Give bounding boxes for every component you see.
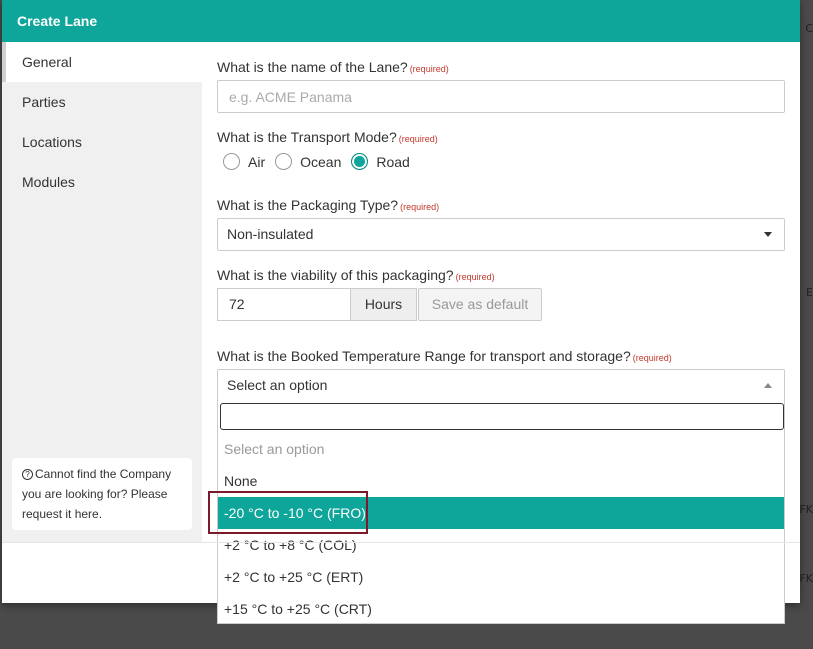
company-help-box[interactable]: ? Cannot find the Company you are looking… — [12, 458, 192, 530]
viability-label: What is the viability of this packaging? — [217, 267, 454, 283]
background-text-fragment: E — [806, 286, 813, 299]
dropdown-search-input[interactable] — [220, 403, 784, 430]
lane-name-input[interactable] — [217, 80, 785, 113]
required-tag: (required) — [398, 134, 438, 144]
annotation-highlight-box — [208, 491, 368, 534]
radio-road-label: Road — [376, 153, 410, 170]
dropdown-option[interactable]: +15 °C to +25 °C (CRT) — [218, 593, 784, 625]
radio-ocean[interactable] — [275, 153, 293, 170]
modal-title: Create Lane — [2, 0, 800, 42]
chevron-up-icon — [764, 383, 772, 388]
required-tag: (required) — [455, 272, 495, 282]
viability-input[interactable]: 72 — [217, 288, 351, 321]
temperature-range-value: Select an option — [227, 377, 328, 393]
background-text-fragment: FK — [799, 572, 813, 585]
packaging-type-label: What is the Packaging Type? — [217, 197, 399, 213]
save-as-default-button[interactable]: Save as default — [418, 288, 542, 321]
radio-air-label: Air — [248, 153, 266, 170]
temperature-range-group: What is the Booked Temperature Range for… — [217, 348, 785, 402]
lane-name-group: What is the name of the Lane? (required) — [217, 59, 785, 113]
sidebar-item-parties[interactable]: Parties — [2, 82, 202, 122]
sidebar-item-general[interactable]: General — [2, 42, 202, 82]
viability-group: What is the viability of this packaging?… — [217, 267, 542, 321]
lane-name-label: What is the name of the Lane? — [217, 59, 408, 75]
required-tag: (required) — [409, 64, 449, 74]
company-help-text: Cannot find the Company you are looking … — [22, 467, 172, 521]
viability-unit-addon: Hours — [351, 288, 417, 321]
transport-mode-label: What is the Transport Mode? — [217, 129, 397, 145]
packaging-type-value: Non-insulated — [227, 226, 314, 242]
radio-air[interactable] — [223, 153, 240, 170]
modal-divider — [2, 542, 800, 543]
sidebar-item-locations[interactable]: Locations — [2, 122, 202, 162]
packaging-type-select[interactable]: Non-insulated — [217, 218, 785, 251]
background-text-fragment: C — [805, 22, 813, 35]
dropdown-option[interactable]: +2 °C to +25 °C (ERT) — [218, 561, 784, 593]
radio-ocean-label: Ocean — [300, 153, 342, 170]
sidebar-item-modules[interactable]: Modules — [2, 162, 202, 202]
chevron-down-icon — [764, 232, 772, 237]
radio-road[interactable] — [351, 153, 369, 170]
background-text-fragment: FK — [799, 503, 813, 516]
transport-mode-group: What is the Transport Mode? (required) Ai… — [217, 129, 438, 170]
sidebar: General Parties Locations Modules ? Canno… — [2, 42, 202, 542]
required-tag: (required) — [400, 202, 440, 212]
temperature-range-select[interactable]: Select an option — [217, 369, 785, 402]
required-tag: (required) — [632, 353, 672, 363]
dropdown-option[interactable]: Select an option — [218, 433, 784, 465]
question-icon: ? — [22, 469, 33, 480]
temperature-range-label: What is the Booked Temperature Range for… — [217, 348, 631, 364]
create-lane-modal: Create Lane General Parties Locations Mo… — [2, 0, 800, 624]
packaging-type-group: What is the Packaging Type? (required) No… — [217, 197, 785, 251]
